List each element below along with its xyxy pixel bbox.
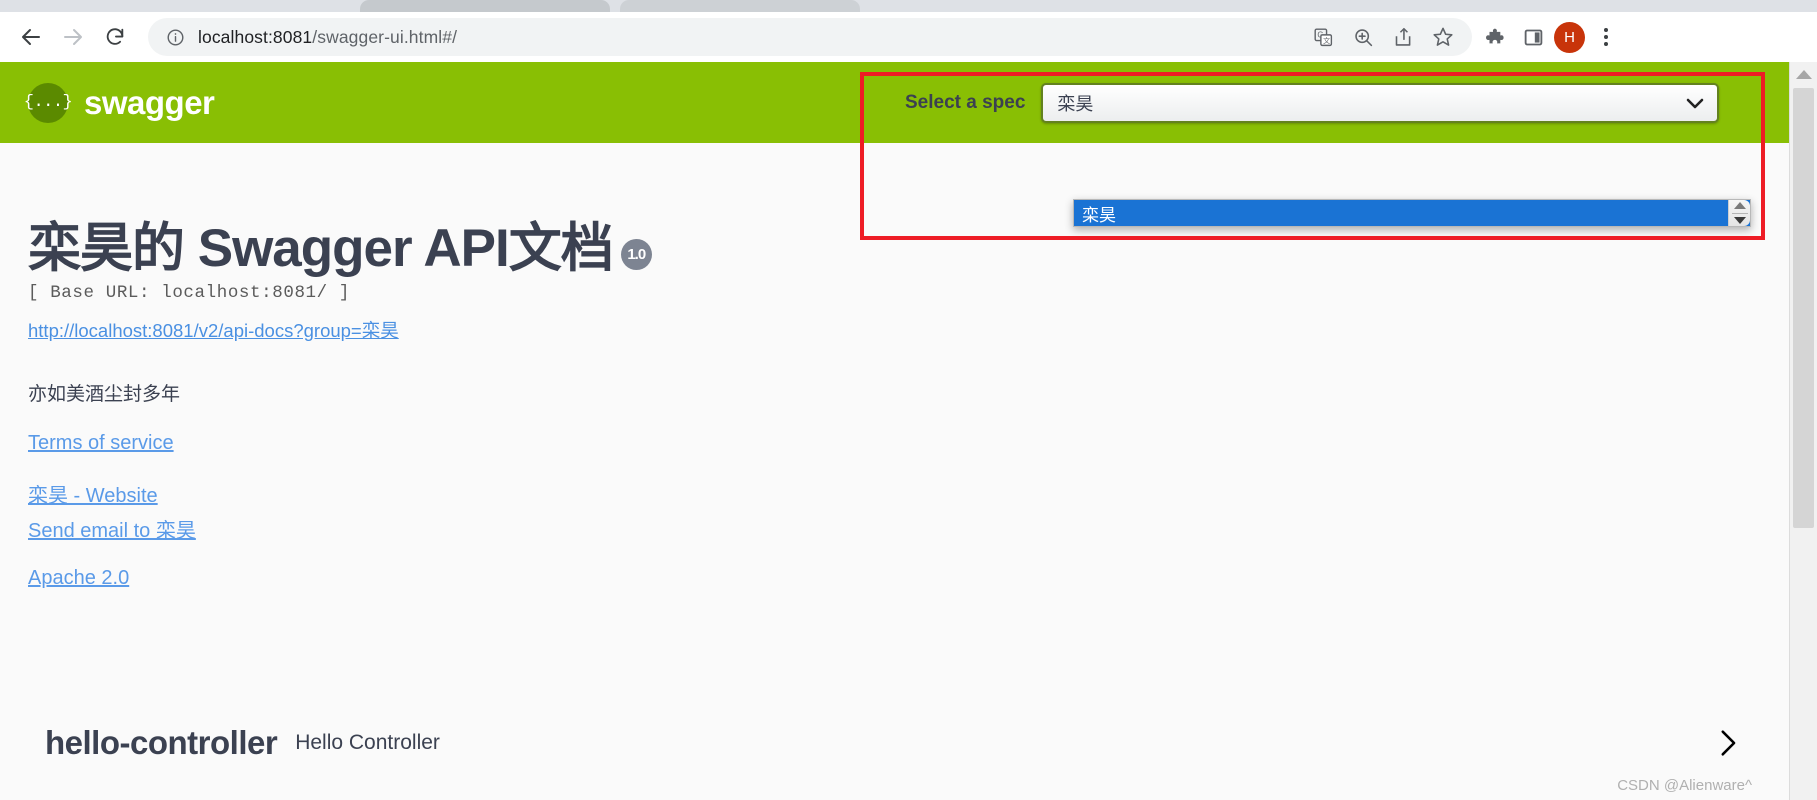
page-viewport: {...} swagger Select a spec 栾昊 栾昊的 Swagg… [0, 62, 1790, 800]
page-scrollbar[interactable] [1789, 62, 1817, 800]
translate-icon[interactable]: G 文 [1306, 20, 1340, 54]
browser-toolbar-right: H [1478, 20, 1623, 54]
omnibox-actions: G 文 [1306, 20, 1464, 54]
bookmark-star-icon[interactable] [1426, 20, 1460, 54]
three-dot-menu-icon[interactable] [1589, 20, 1623, 54]
contact-website-link[interactable]: 栾昊 - Website [28, 479, 1790, 508]
spec-dropdown-option[interactable]: 栾昊 [1074, 200, 1750, 226]
swagger-logo[interactable]: {...} swagger [24, 82, 215, 123]
arrow-left-icon [22, 29, 40, 45]
scrollbar-divider [1731, 212, 1748, 214]
select-a-spec-label: Select a spec [905, 91, 1026, 113]
page-title: 栾昊的 Swagger API文档 1.0 [28, 221, 1790, 277]
chevron-right-icon[interactable] [1710, 726, 1744, 760]
reload-button[interactable] [94, 16, 136, 58]
chevron-down-icon [1683, 91, 1707, 115]
zoom-icon[interactable] [1346, 20, 1380, 54]
swagger-logo-text: swagger [84, 83, 215, 121]
browser-tab-strip [0, 0, 1817, 12]
dropdown-scrollbar[interactable] [1728, 200, 1750, 226]
contact-email-link[interactable]: Send email to 栾昊 [28, 514, 1790, 543]
side-panel-icon[interactable] [1516, 20, 1550, 54]
site-info-icon[interactable] [164, 26, 186, 48]
watermark: CSDN @Alienware^ [1617, 777, 1752, 794]
tag-name: hello-controller [45, 724, 278, 761]
scroll-down-arrow-icon[interactable] [1733, 217, 1746, 224]
reload-icon [106, 28, 124, 45]
swagger-topbar: {...} swagger Select a spec 栾昊 [0, 62, 1790, 143]
url-path: /swagger-ui.html#/ [312, 26, 458, 47]
license-link[interactable]: Apache 2.0 [28, 567, 1790, 590]
forward-button[interactable] [52, 16, 94, 58]
arrow-right-icon [64, 29, 82, 45]
terms-of-service-link[interactable]: Terms of service [28, 432, 1790, 455]
back-button[interactable] [10, 16, 52, 58]
swagger-braces-icon: {...} [24, 82, 73, 123]
spec-select[interactable]: 栾昊 [1041, 82, 1720, 123]
browser-tab[interactable] [360, 0, 610, 12]
scroll-up-arrow-icon[interactable] [1733, 202, 1746, 209]
version-badge: 1.0 [620, 239, 652, 270]
url-host: localhost:8081 [198, 26, 313, 47]
api-docs-link[interactable]: http://localhost:8081/v2/api-docs?group=… [28, 317, 1790, 343]
navigation-buttons [10, 16, 136, 58]
tag-section-hello-controller[interactable]: hello-controller Hello Controller [0, 724, 1790, 762]
api-info-block: 栾昊的 Swagger API文档 1.0 [ Base URL: localh… [0, 221, 1790, 590]
svg-text:文: 文 [1323, 36, 1330, 45]
address-bar-url[interactable]: localhost:8081/swagger-ui.html#/ [198, 27, 457, 48]
base-url: [ Base URL: localhost:8081/ ] [28, 282, 350, 303]
browser-toolbar: localhost:8081/swagger-ui.html#/ G 文 H [0, 12, 1817, 62]
api-description: 亦如美酒尘封多年 [28, 383, 181, 405]
api-links: Terms of service 栾昊 - Website Send email… [28, 432, 1790, 590]
tag-description: Hello Controller [295, 731, 440, 754]
spec-dropdown-list[interactable]: 栾昊 [1073, 199, 1751, 227]
share-icon[interactable] [1386, 20, 1420, 54]
address-bar[interactable]: localhost:8081/swagger-ui.html#/ G 文 [148, 18, 1472, 56]
spec-select-value: 栾昊 [1057, 93, 1094, 114]
puzzle-piece-icon[interactable] [1478, 20, 1512, 54]
profile-avatar[interactable]: H [1554, 21, 1585, 53]
browser-tab[interactable] [620, 0, 860, 12]
scrollbar-up-arrow-icon[interactable] [1795, 70, 1812, 79]
spec-selector: Select a spec 栾昊 [905, 62, 1720, 143]
api-title-text: 栾昊的 Swagger API文档 [28, 219, 614, 278]
scrollbar-thumb[interactable] [1793, 88, 1814, 528]
